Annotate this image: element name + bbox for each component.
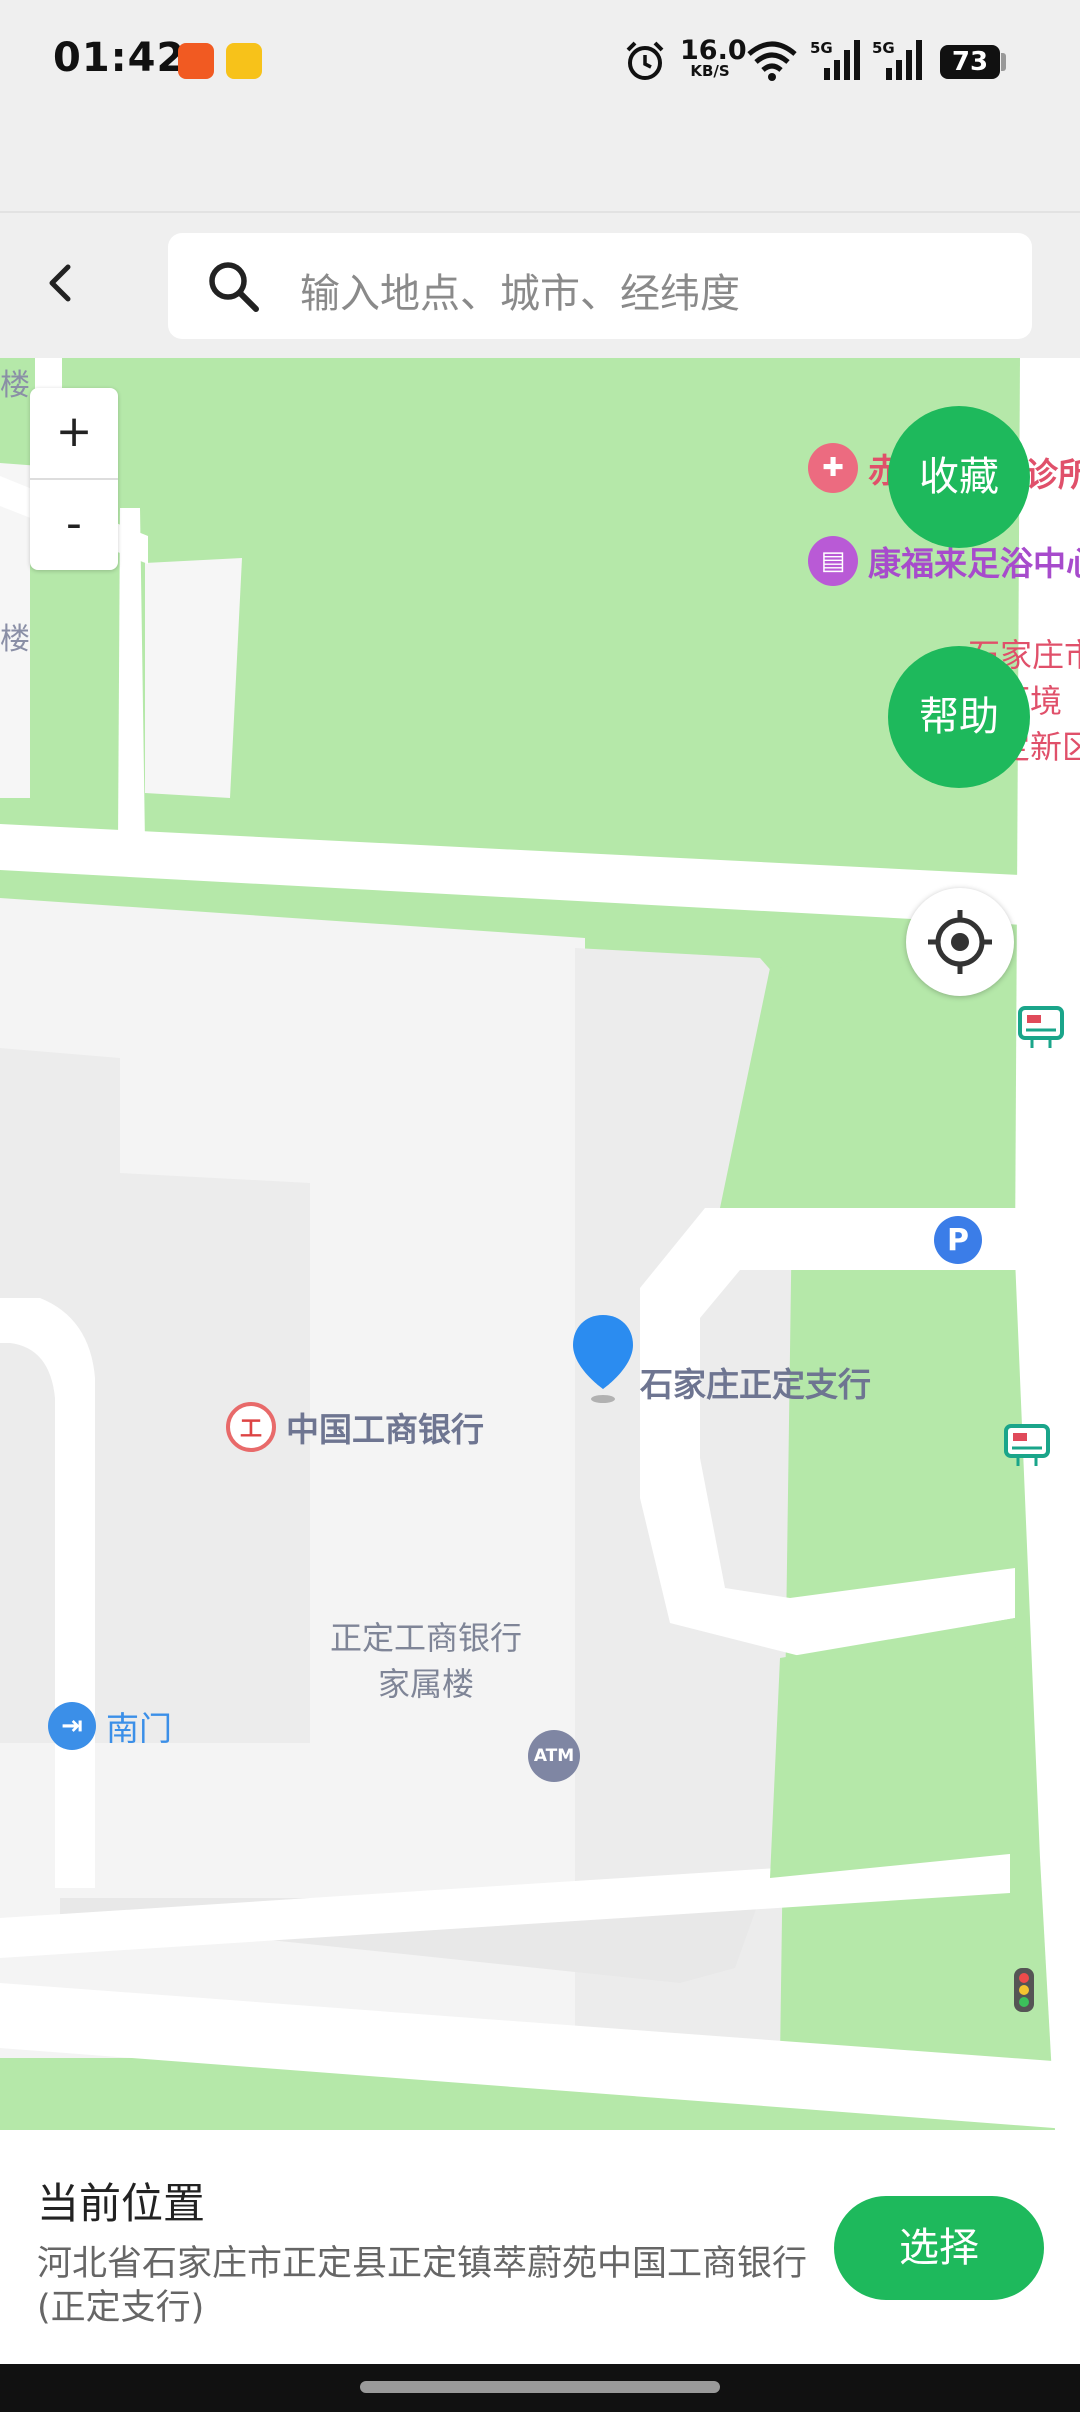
parking-icon: P (934, 1216, 982, 1264)
poi-staff-housing[interactable]: 正定工商银行 家属楼 (330, 1613, 522, 1705)
svg-text:5G: 5G (872, 39, 895, 57)
home-gesture-handle[interactable] (360, 2381, 720, 2393)
zoom-out-button[interactable]: - (30, 480, 118, 570)
svg-text:5G: 5G (810, 39, 833, 57)
back-arrow-icon[interactable] (30, 253, 90, 313)
locate-me-button[interactable] (906, 888, 1014, 996)
current-location-title: 当前位置 (37, 2179, 206, 2228)
traffic-light-icon (1014, 1968, 1034, 2012)
poi-building-label: 楼 (0, 368, 30, 403)
status-bar: 01:42 16.0 KB/S 5G 5G 73 (0, 0, 1080, 125)
battery-indicator: 73 (940, 45, 1000, 79)
poi-clinic[interactable]: ✚ 赤 (808, 443, 901, 493)
speed-unit: KB/S (690, 62, 730, 80)
search-icon (209, 262, 259, 312)
alarm-icon (626, 41, 664, 80)
help-button[interactable]: 帮助 (888, 646, 1030, 788)
icbc-logo-icon: 工 (226, 1402, 276, 1452)
select-button[interactable]: 选择 (834, 2196, 1044, 2300)
map-view[interactable]: + - 楼 楼 ✚ 赤 诊所 ▤ 康福来足浴中心 石家庄市 环境 定新区 收藏 … (0, 358, 1080, 2130)
wifi-icon (747, 41, 797, 81)
bus-stop-icon[interactable] (1018, 1006, 1064, 1050)
zoom-in-button[interactable]: + (30, 388, 118, 480)
poi-building-label: 楼 (0, 622, 30, 657)
battery-tip (1001, 53, 1006, 71)
crosshair-icon (928, 910, 992, 974)
network-speed: 16.0 KB/S (680, 35, 747, 80)
current-location-panel: 当前位置 河北省石家庄市正定县正定镇萃蔚苑中国工商银行(正定支行) 选择 (0, 2130, 1080, 2364)
shop-icon: ▤ (808, 536, 858, 586)
poi-icbc[interactable]: 工 中国工商银行 (226, 1402, 484, 1452)
poi-bank-branch[interactable]: 石家庄正定支行 (582, 1358, 871, 1406)
map-base-layer (0, 358, 1080, 2130)
poi-clinic-tail: 诊所 (1025, 455, 1080, 494)
system-nav-bar (0, 2364, 1080, 2412)
search-input[interactable]: 输入地点、城市、经纬度 (168, 233, 1032, 339)
signal-5g-icon: 5G (872, 39, 922, 80)
search-toolbar: 输入地点、城市、经纬度 (0, 213, 1080, 358)
stethoscope-icon: ✚ (808, 443, 858, 493)
clipboard-app-icon (226, 43, 262, 79)
speed-value: 16.0 (680, 35, 747, 66)
poi-parking[interactable]: P (934, 1216, 992, 1264)
current-location-address: 河北省石家庄市正定县正定镇萃蔚苑中国工商银行(正定支行) (37, 2244, 808, 2328)
header-spacer (0, 125, 1080, 213)
bus-stop-icon[interactable] (1004, 1424, 1050, 1468)
kuaishou-app-icon (178, 43, 214, 79)
favorite-button[interactable]: 收藏 (888, 406, 1030, 548)
search-placeholder: 输入地点、城市、经纬度 (300, 271, 740, 317)
zoom-control: + - (30, 388, 118, 570)
poi-atm[interactable]: ATM (528, 1730, 590, 1782)
gate-icon: ⇥ (48, 1702, 96, 1750)
status-time: 01:42 (53, 35, 186, 81)
signal-5g-icon: 5G (810, 39, 860, 80)
atm-icon: ATM (528, 1730, 580, 1782)
poi-south-gate[interactable]: ⇥ 南门 (48, 1702, 172, 1750)
